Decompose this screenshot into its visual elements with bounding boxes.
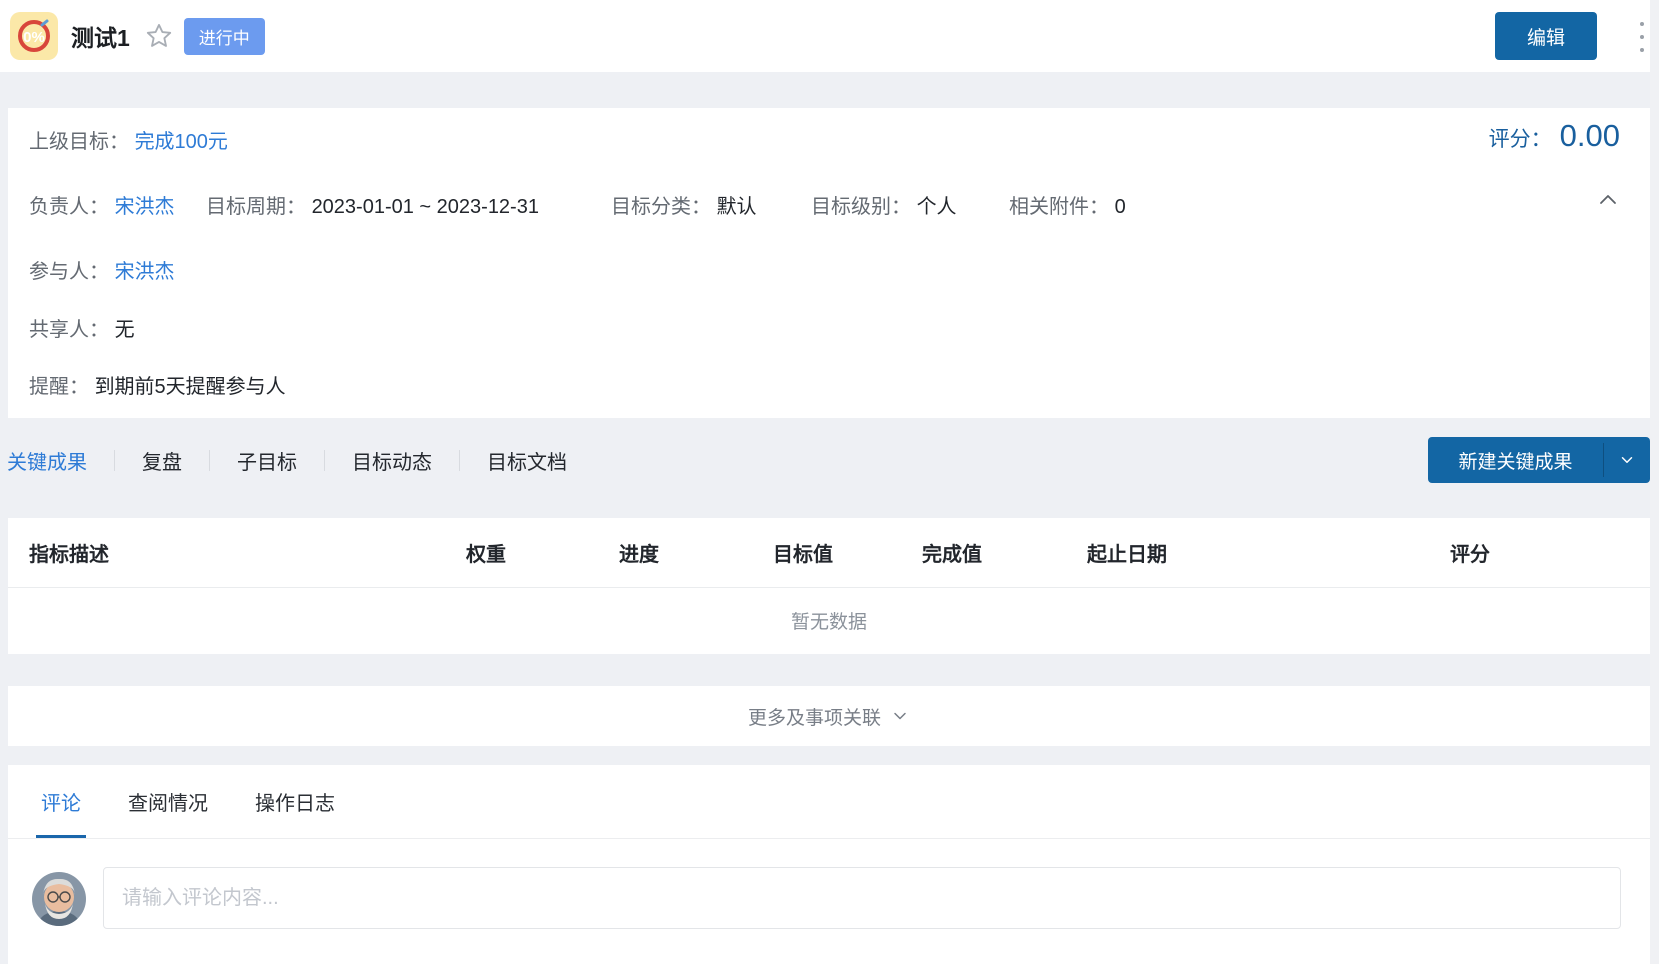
tab-operation-log[interactable]: 操作日志 [250,765,340,838]
shared-row: 共享人： 无 [29,313,1620,342]
more-relations-label: 更多及事项关联 [748,703,881,730]
participants-label: 参与人： [29,261,109,283]
section-tabs: 关键成果 复盘 子目标 目标动态 目标文档 [7,437,567,483]
col-completed-value: 完成值 [922,538,1087,567]
col-indicator-description: 指标描述 [29,538,466,567]
tab-sub-goals[interactable]: 子目标 [237,446,297,475]
page-title: 测试1 [71,19,130,53]
parent-goal-label: 上级目标： [29,131,129,153]
goal-percent-icon: 0% [10,12,58,60]
create-key-result-label[interactable]: 新建关键成果 [1428,437,1603,483]
score-box: 评分： 0.00 [1489,118,1620,154]
col-date-range: 起止日期 [1087,538,1450,567]
goal-overview-card: 上级目标： 完成100元 评分： 0.00 负责人： 宋洪杰 目标周期： 202… [8,108,1650,418]
field-period: 目标周期： 2023-01-01 ~ 2023-12-31 [206,190,539,219]
create-dropdown-chevron-icon[interactable] [1604,437,1650,483]
create-key-result-button[interactable]: 新建关键成果 [1428,437,1650,483]
field-level: 目标级别： 个人 [811,190,957,219]
tab-read-status[interactable]: 查阅情况 [123,765,213,838]
col-progress: 进度 [619,538,773,567]
period-value: 2023-01-01 ~ 2023-12-31 [312,196,539,218]
table-header-row: 指标描述 权重 进度 目标值 完成值 起止日期 评分 [8,518,1650,588]
col-score: 评分 [1450,538,1650,567]
owner-label: 负责人： [29,196,109,218]
reminder-label: 提醒： [29,376,89,398]
score-value: 0.00 [1560,118,1620,154]
page-header: 0% 测试1 进行中 编辑 [0,0,1659,72]
favorite-star-icon[interactable] [145,22,173,50]
edit-button[interactable]: 编辑 [1495,12,1597,60]
field-attachments: 相关附件： 0 [1009,190,1126,219]
parent-goal-link[interactable]: 完成100元 [135,131,228,153]
tab-review[interactable]: 复盘 [142,446,182,475]
tab-divider [209,450,210,471]
goal-fields-row: 负责人： 宋洪杰 目标周期： 2023-01-01 ~ 2023-12-31 目… [29,190,1620,214]
col-target-value: 目标值 [773,538,922,567]
key-results-table: 指标描述 权重 进度 目标值 完成值 起止日期 评分 暂无数据 [8,518,1650,654]
more-relations-bar[interactable]: 更多及事项关联 [8,686,1650,746]
tab-goal-activity[interactable]: 目标动态 [352,446,432,475]
user-avatar [32,872,86,926]
comment-tabs: 评论 查阅情况 操作日志 [8,765,1650,839]
period-label: 目标周期： [206,196,306,218]
more-actions-menu-icon[interactable] [1634,22,1650,52]
tab-divider [114,450,115,471]
level-label: 目标级别： [811,196,911,218]
attachments-label: 相关附件： [1009,196,1109,218]
reminder-value: 到期前5天提醒参与人 [95,376,286,398]
col-weight: 权重 [466,538,619,567]
comments-section: 评论 查阅情况 操作日志 [8,765,1650,964]
scrollbar-track[interactable] [1650,0,1659,964]
tab-comments[interactable]: 评论 [36,765,86,838]
tab-goal-documents[interactable]: 目标文档 [487,446,567,475]
field-category: 目标分类： 默认 [611,190,757,219]
category-value: 默认 [717,196,757,218]
shared-label: 共享人： [29,319,109,341]
attachments-count: 0 [1115,196,1126,218]
parent-goal-row: 上级目标： 完成100元 [29,125,1620,154]
tab-key-results[interactable]: 关键成果 [7,446,87,475]
tab-divider [324,450,325,471]
category-label: 目标分类： [611,196,711,218]
table-empty-state: 暂无数据 [8,588,1650,653]
level-value: 个人 [917,196,957,218]
comment-input[interactable] [103,867,1621,929]
chevron-down-icon [890,706,910,726]
reminder-row: 提醒： 到期前5天提醒参与人 [29,370,1620,399]
field-owner: 负责人： 宋洪杰 [29,190,175,219]
goal-icon-label: 0% [23,29,45,46]
owner-link[interactable]: 宋洪杰 [115,196,175,218]
participants-link[interactable]: 宋洪杰 [115,261,175,283]
participants-row: 参与人： 宋洪杰 [29,255,1620,284]
score-label: 评分： [1489,123,1552,153]
collapse-chevron-up-icon[interactable] [1596,188,1620,217]
shared-value: 无 [115,319,135,341]
tab-divider [459,450,460,471]
goal-detail-page: 0% 测试1 进行中 编辑 上级目标： 完成100元 评分： 0.00 负责人：… [0,0,1659,964]
status-badge: 进行中 [184,18,265,55]
